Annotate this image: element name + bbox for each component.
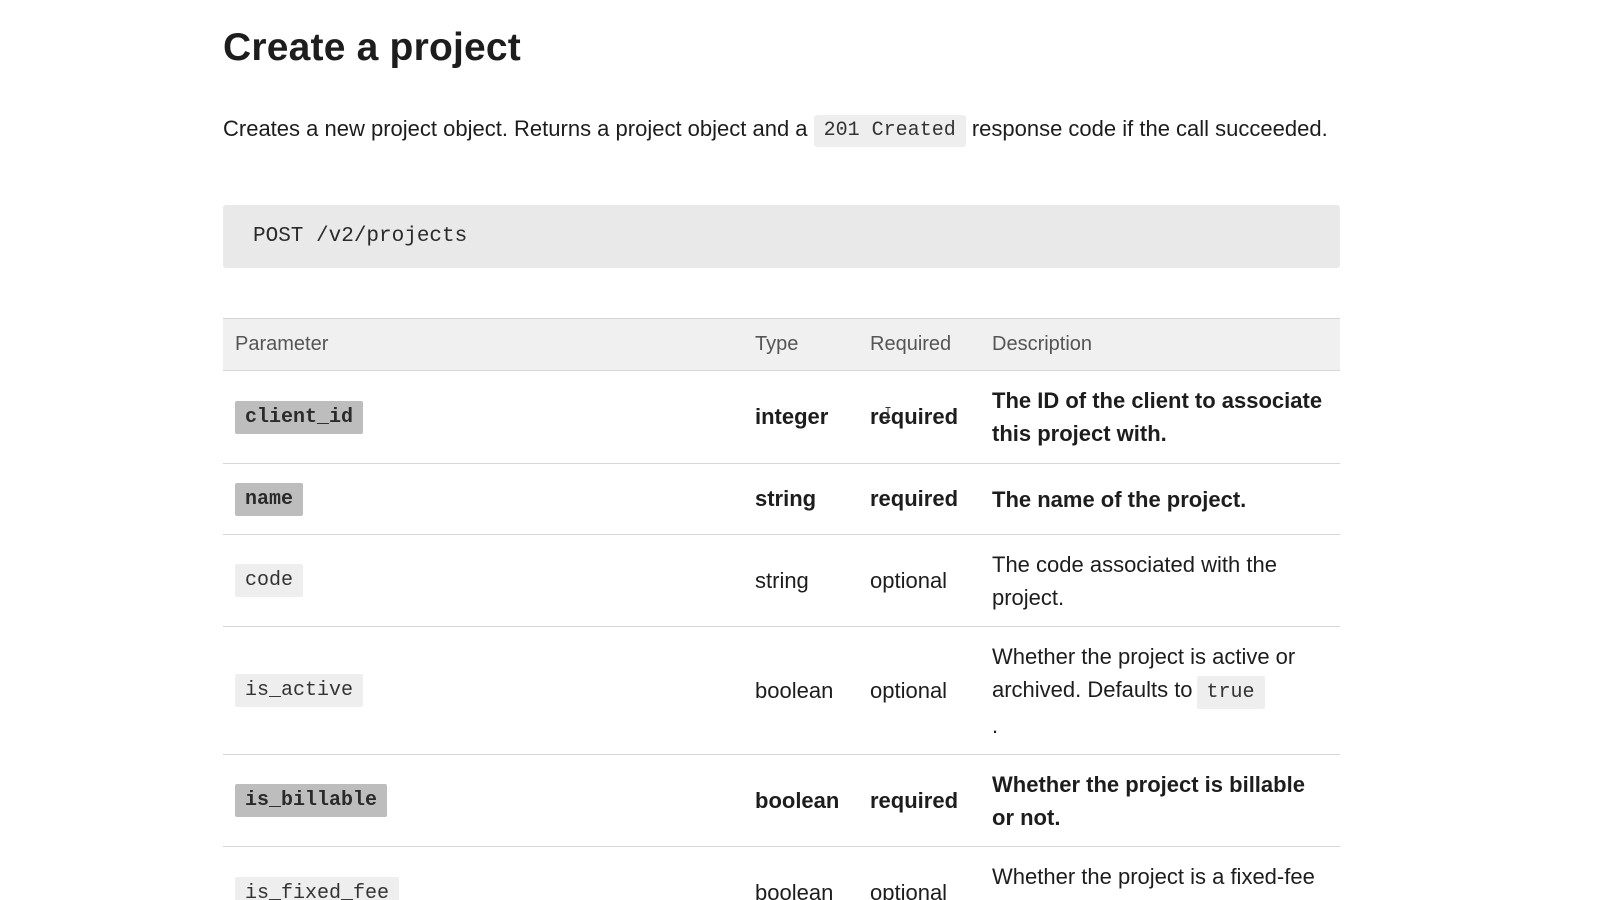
- param-name: client_id: [235, 400, 364, 434]
- param-type: string: [755, 486, 817, 511]
- table-row: client_id integer required The ID of the…: [223, 371, 1340, 464]
- param-type: boolean: [755, 677, 834, 703]
- param-required: required: [870, 787, 959, 813]
- header-description: Description: [992, 333, 1093, 355]
- text-cursor-icon: [885, 407, 891, 421]
- header-type: Type: [755, 333, 799, 355]
- intro-text-end: response code if the call succeeded.: [965, 116, 1328, 141]
- param-name: code: [235, 564, 304, 597]
- parameters-table: Parameter Type Required Description clie…: [223, 318, 1340, 900]
- endpoint-text: POST /v2/projects: [253, 225, 468, 248]
- table-row: code string optional The code associated…: [223, 535, 1340, 627]
- param-type: boolean: [755, 787, 840, 813]
- param-name: is_active: [235, 674, 364, 707]
- param-description: Whether the project is a fixed-fee proje…: [992, 864, 1315, 900]
- endpoint-code-block: POST /v2/projects: [223, 205, 1340, 268]
- param-name: name: [235, 482, 304, 516]
- param-type: integer: [755, 404, 829, 429]
- param-type: string: [755, 567, 809, 593]
- intro-text-start: Creates a new project object. Returns a …: [223, 116, 814, 141]
- param-description: The code associated with the project.: [992, 551, 1277, 610]
- param-description: The name of the project.: [992, 486, 1247, 512]
- param-required: required: [870, 486, 959, 511]
- param-description: Whether the project is billable or not.: [992, 771, 1305, 830]
- param-type: boolean: [755, 880, 834, 900]
- table-row: is_active boolean optional Whether the p…: [223, 627, 1340, 755]
- table-row: is_billable boolean required Whether the…: [223, 755, 1340, 847]
- table-row: is_fixed_fee boolean optional Whether th…: [223, 847, 1340, 900]
- param-description: Whether the project is active or archive…: [992, 627, 1332, 754]
- param-required: optional: [870, 677, 948, 703]
- intro-paragraph: Creates a new project object. Returns a …: [223, 111, 1340, 147]
- header-parameter: Parameter: [235, 333, 329, 355]
- default-value-code: true: [1196, 675, 1265, 709]
- description-end: .: [992, 712, 999, 738]
- header-required: Required: [870, 333, 952, 355]
- table-header: Parameter Type Required Description: [223, 318, 1340, 371]
- param-required: required: [870, 404, 959, 429]
- status-code-inline: 201 Created: [813, 115, 966, 147]
- page-title: Create a project: [223, 26, 521, 69]
- param-description: The ID of the client to associate this p…: [992, 388, 1323, 446]
- param-name: is_billable: [235, 784, 388, 817]
- param-name: is_fixed_fee: [235, 876, 400, 900]
- param-required: optional: [870, 880, 948, 900]
- param-required: optional: [870, 567, 948, 593]
- table-row: name string required The name of the pro…: [223, 464, 1340, 535]
